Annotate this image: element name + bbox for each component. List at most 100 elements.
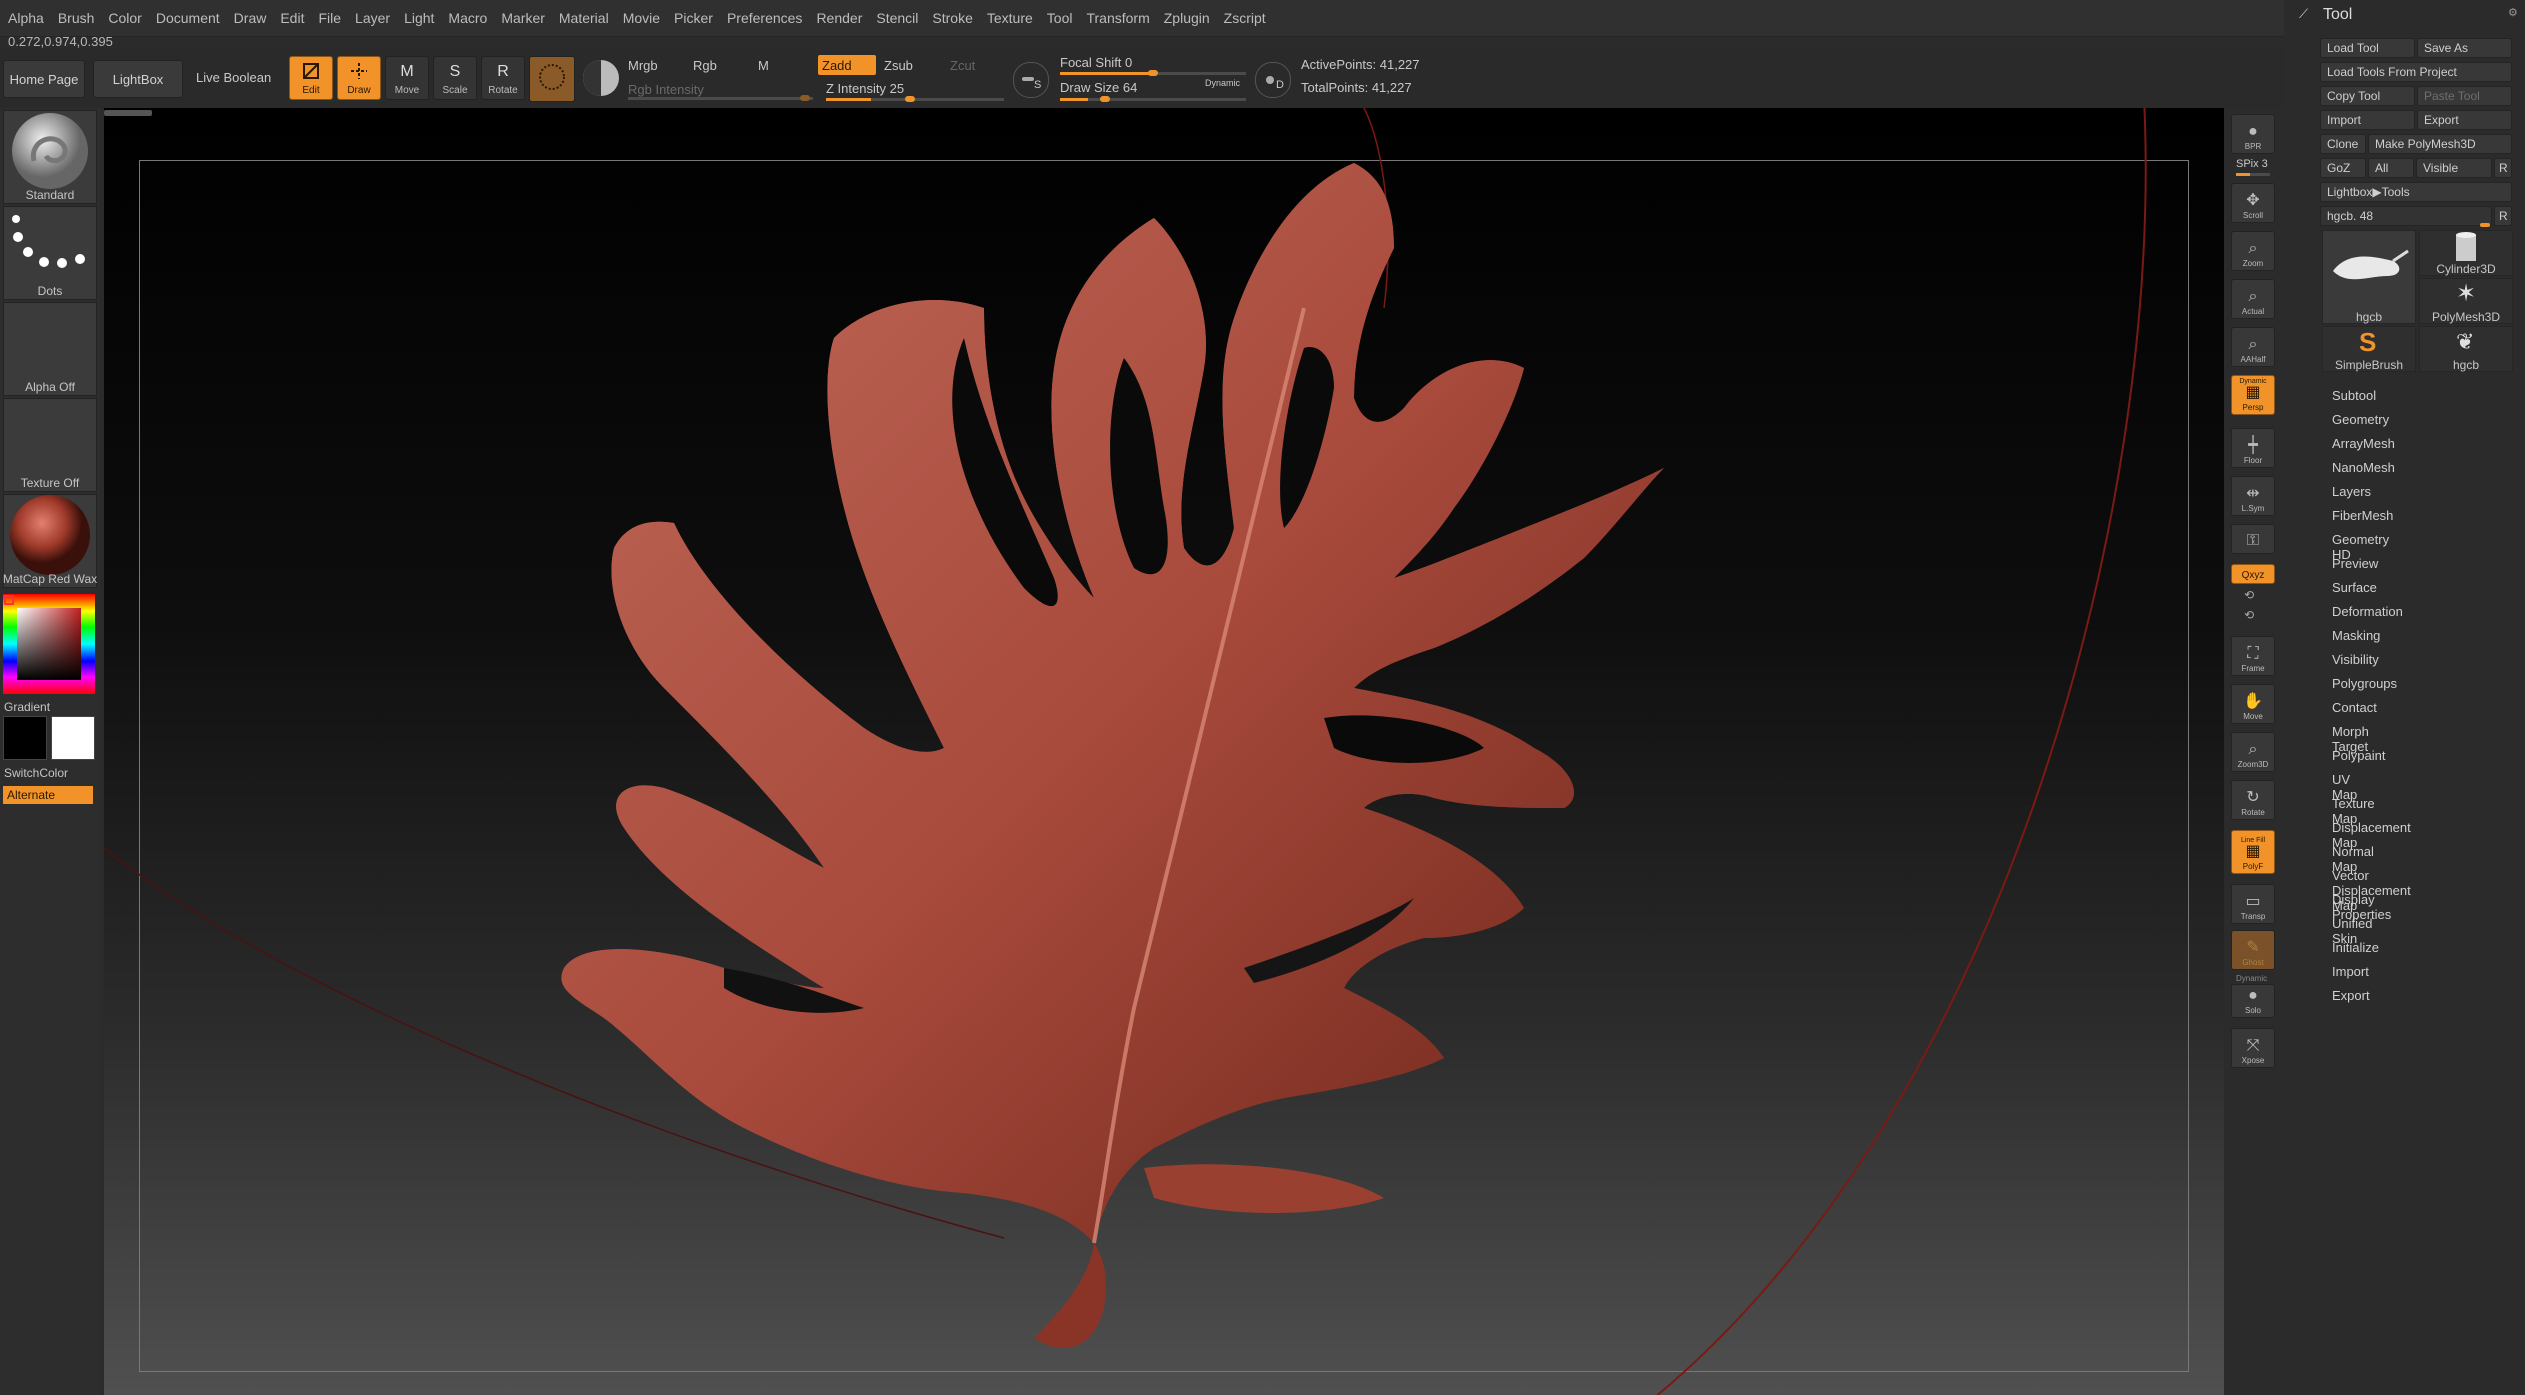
menu-item-draw[interactable]: Draw: [227, 0, 274, 26]
live-boolean-button[interactable]: Live Boolean: [196, 70, 271, 85]
menu-item-color[interactable]: Color: [101, 0, 148, 26]
export-button[interactable]: Export: [2417, 110, 2512, 130]
menu-item-transform[interactable]: Transform: [1079, 0, 1156, 26]
focal-shift-knob[interactable]: [1148, 70, 1158, 76]
z-intensity-slider[interactable]: [826, 98, 1004, 101]
draw-size-knob[interactable]: [1100, 96, 1110, 102]
tool-palette-pin-icon[interactable]: ⟋: [2299, 6, 2308, 22]
menu-item-document[interactable]: Document: [149, 0, 227, 26]
current-tool-r-button[interactable]: R: [2494, 206, 2512, 226]
bpr-button[interactable]: ● BPR: [2231, 114, 2275, 154]
tool-palette-title[interactable]: Tool: [2323, 6, 2352, 24]
menu-item-preferences[interactable]: Preferences: [720, 0, 809, 26]
menu-item-macro[interactable]: Macro: [441, 0, 494, 26]
lsym-button[interactable]: ⇹ L.Sym: [2231, 476, 2275, 516]
primary-color-swatch[interactable]: [51, 716, 95, 760]
tool-section-subtool[interactable]: Subtool: [2332, 388, 2376, 403]
tool-section-preview[interactable]: Preview: [2332, 556, 2378, 571]
menu-item-zscript[interactable]: Zscript: [1217, 0, 1273, 26]
solo-button[interactable]: ● Solo: [2231, 984, 2275, 1018]
scale-mode-button[interactable]: S Scale: [433, 56, 477, 100]
paste-tool-button[interactable]: Paste Tool: [2417, 86, 2512, 106]
menu-item-material[interactable]: Material: [552, 0, 616, 26]
color-sphere-icon[interactable]: [583, 60, 619, 96]
menu-item-light[interactable]: Light: [397, 0, 441, 26]
goz-r-button[interactable]: R: [2494, 158, 2512, 178]
spix-label[interactable]: SPix 3: [2236, 158, 2268, 170]
import-button[interactable]: Import: [2320, 110, 2415, 130]
current-tool-slider[interactable]: hgcb. 48: [2320, 206, 2492, 226]
xpose-button[interactable]: ⤧ Xpose: [2231, 1028, 2275, 1068]
frame-button[interactable]: ⛶ Frame: [2231, 636, 2275, 676]
menu-item-picker[interactable]: Picker: [667, 0, 720, 26]
menu-item-tool[interactable]: Tool: [1040, 0, 1080, 26]
copy-tool-button[interactable]: Copy Tool: [2320, 86, 2415, 106]
home-page-button[interactable]: Home Page: [3, 60, 85, 98]
move-mode-button[interactable]: M Move: [385, 56, 429, 100]
menu-item-brush[interactable]: Brush: [51, 0, 102, 26]
tool-section-masking[interactable]: Masking: [2332, 628, 2380, 643]
goz-all-button[interactable]: All: [2368, 158, 2414, 178]
leaf-model[interactable]: [561, 163, 1664, 1348]
material-preview-button[interactable]: [529, 56, 575, 102]
menu-item-texture[interactable]: Texture: [980, 0, 1040, 26]
menu-item-zplugin[interactable]: Zplugin: [1157, 0, 1217, 26]
tool-section-initialize[interactable]: Initialize: [2332, 940, 2379, 955]
spix-slider[interactable]: [2236, 173, 2270, 176]
load-tools-from-project-button[interactable]: Load Tools From Project: [2320, 62, 2512, 82]
d-brush-icon[interactable]: D: [1255, 62, 1291, 98]
tool-section-import[interactable]: Import: [2332, 964, 2369, 979]
tool-section-visibility[interactable]: Visibility: [2332, 652, 2379, 667]
lock-button[interactable]: ⚿: [2231, 524, 2275, 554]
gradient-label[interactable]: Gradient: [4, 700, 104, 714]
s-brush-size-icon[interactable]: S: [1013, 62, 1049, 98]
menu-item-render[interactable]: Render: [809, 0, 869, 26]
tool-section-fibermesh[interactable]: FiberMesh: [2332, 508, 2393, 523]
z-intensity-slider-label[interactable]: Z Intensity 25: [826, 81, 904, 96]
menu-item-marker[interactable]: Marker: [494, 0, 552, 26]
rotate-view-button[interactable]: ↻ Rotate: [2231, 780, 2275, 820]
xyz-button[interactable]: Qxyz: [2231, 564, 2275, 584]
lightbox-tools-button[interactable]: Lightbox▶Tools: [2320, 182, 2512, 202]
goz-visible-button[interactable]: Visible: [2416, 158, 2492, 178]
tool-section-contact[interactable]: Contact: [2332, 700, 2377, 715]
z-intensity-knob[interactable]: [905, 96, 915, 102]
zoom-button[interactable]: ⌕ Zoom: [2231, 231, 2275, 271]
tool-section-geometry[interactable]: Geometry: [2332, 412, 2389, 427]
tool-section-nanomesh[interactable]: NanoMesh: [2332, 460, 2395, 475]
alternate-button[interactable]: Alternate: [3, 786, 93, 804]
rgb-intensity-slider[interactable]: [628, 97, 813, 100]
zsub-button[interactable]: Zsub: [884, 58, 913, 73]
tool-section-surface[interactable]: Surface: [2332, 580, 2377, 595]
draw-size-slider[interactable]: [1060, 98, 1246, 101]
secondary-color-swatch[interactable]: [3, 716, 47, 760]
menu-item-layer[interactable]: Layer: [348, 0, 397, 26]
dynamic-button[interactable]: Dynamic: [1205, 78, 1240, 88]
focal-shift-slider-label[interactable]: Focal Shift 0: [1060, 55, 1132, 70]
draw-mode-button[interactable]: Draw: [337, 56, 381, 100]
transp-button[interactable]: ▭ Transp: [2231, 884, 2275, 924]
tool-section-deformation[interactable]: Deformation: [2332, 604, 2403, 619]
tool-section-polypaint[interactable]: Polypaint: [2332, 748, 2385, 763]
tool-section-export[interactable]: Export: [2332, 988, 2370, 1003]
aahalf-button[interactable]: ⌕ AAHalf: [2231, 327, 2275, 367]
zcut-button[interactable]: Zcut: [950, 58, 975, 73]
edit-mode-button[interactable]: Edit: [289, 56, 333, 100]
m-button[interactable]: M: [758, 58, 769, 73]
lightbox-button[interactable]: LightBox: [93, 60, 183, 98]
save-as-button[interactable]: Save As: [2417, 38, 2512, 58]
tool-section-layers[interactable]: Layers: [2332, 484, 2371, 499]
tool-section-polygroups[interactable]: Polygroups: [2332, 676, 2397, 691]
mrgb-button[interactable]: Mrgb: [628, 58, 658, 73]
rotate-z-icon[interactable]: ⟲: [2244, 608, 2254, 622]
draw-size-slider-label[interactable]: Draw Size 64: [1060, 80, 1137, 95]
current-tool-slider-knob[interactable]: [2480, 223, 2490, 227]
tool-section-arraymesh[interactable]: ArrayMesh: [2332, 436, 2395, 451]
zoom3d-button[interactable]: ⌕ Zoom3D: [2231, 732, 2275, 772]
menu-item-file[interactable]: File: [311, 0, 348, 26]
color-picker[interactable]: [3, 594, 95, 694]
zadd-button[interactable]: Zadd: [818, 55, 876, 75]
tool-palette-settings-icon[interactable]: ⚙: [2508, 6, 2518, 19]
actual-button[interactable]: ⌕ Actual: [2231, 279, 2275, 319]
menu-item-alpha[interactable]: Alpha: [0, 0, 51, 26]
